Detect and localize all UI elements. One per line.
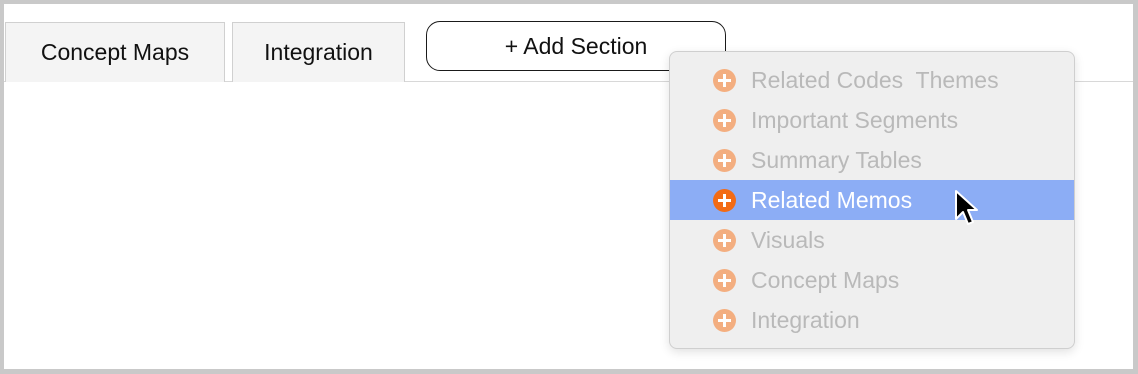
menu-item-summary-tables[interactable]: Summary Tables [670, 140, 1074, 180]
plus-circle-icon [713, 149, 736, 172]
tab-integration[interactable]: Integration [232, 22, 405, 82]
plus-circle-icon [713, 309, 736, 332]
tab-label: Concept Maps [40, 39, 190, 65]
plus-circle-icon [713, 229, 736, 252]
menu-item-related-memos[interactable]: Related Memos [670, 180, 1074, 220]
plus-circle-icon [713, 69, 736, 92]
add-section-label: + Add Section [504, 32, 648, 59]
menu-item-label: Integration [751, 306, 860, 333]
window-content: Concept Maps Integration + Add Section R… [4, 4, 1133, 369]
plus-circle-icon [713, 269, 736, 292]
menu-item-label: Related Memos [751, 186, 913, 213]
menu-item-label: Concept Maps [751, 266, 900, 293]
menu-item-label: Related Codes Themes [751, 66, 999, 93]
menu-item-related-codes-themes[interactable]: Related Codes Themes [670, 60, 1074, 100]
tab-label: Integration [264, 39, 373, 65]
menu-item-label: Visuals [751, 226, 825, 253]
menu-item-label: Summary Tables [751, 146, 922, 173]
plus-circle-icon [713, 189, 736, 212]
add-section-dropdown-menu: Related Codes Themes Important Segments … [669, 51, 1075, 349]
plus-circle-icon [713, 109, 736, 132]
menu-item-concept-maps[interactable]: Concept Maps [670, 260, 1074, 300]
tab-concept-maps[interactable]: Concept Maps [5, 22, 225, 82]
menu-item-visuals[interactable]: Visuals [670, 220, 1074, 260]
menu-item-label: Important Segments [751, 106, 959, 133]
menu-item-integration[interactable]: Integration [670, 300, 1074, 340]
menu-item-important-segments[interactable]: Important Segments [670, 100, 1074, 140]
